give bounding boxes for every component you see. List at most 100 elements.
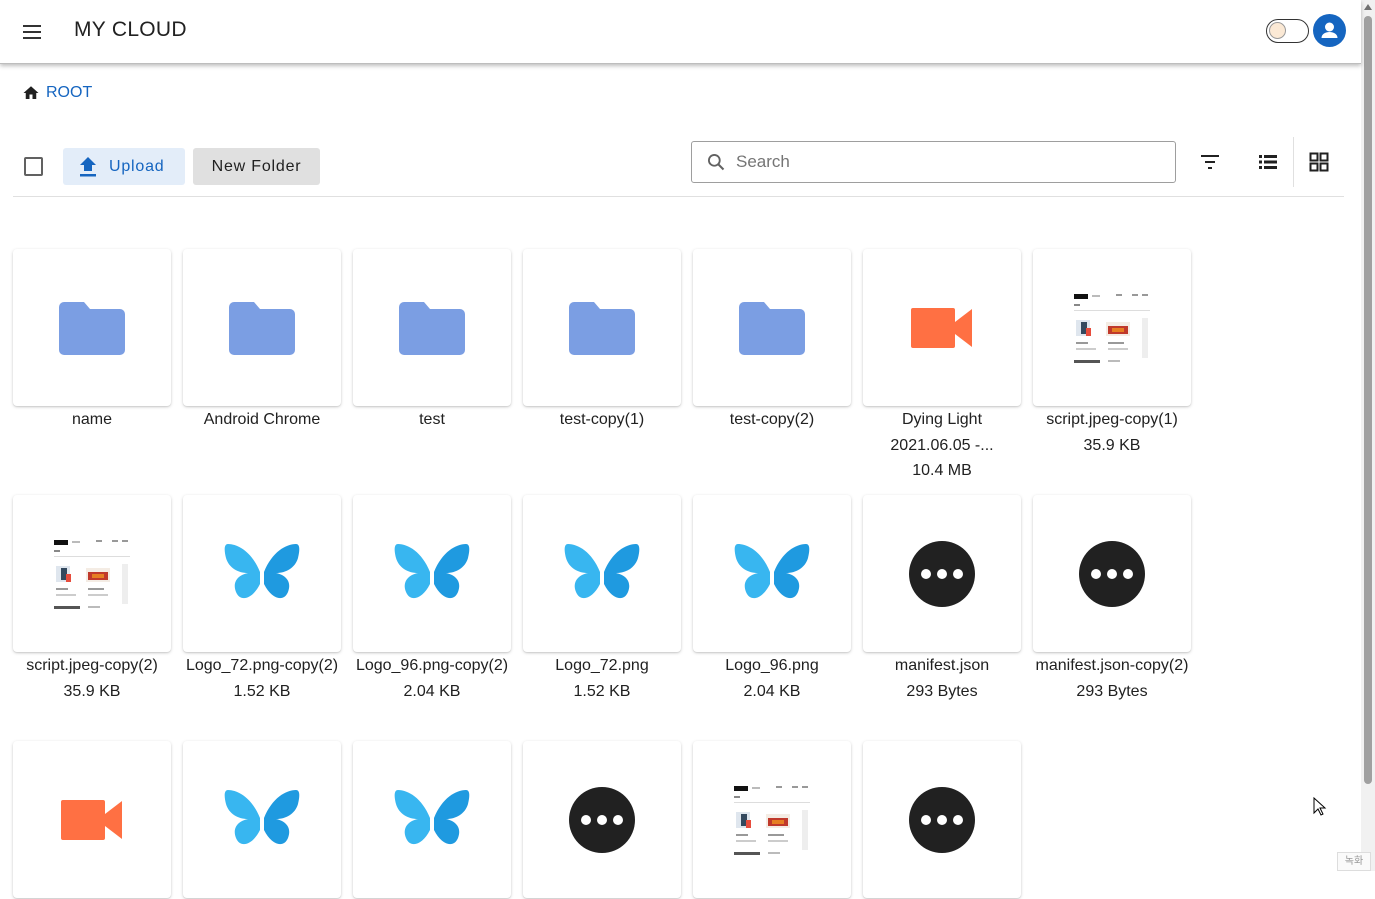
file-card[interactable]	[183, 495, 341, 652]
file-tile[interactable]	[523, 741, 681, 899]
file-card[interactable]	[13, 495, 171, 652]
breadcrumb[interactable]: ROOT	[22, 84, 92, 102]
file-tile[interactable]	[13, 741, 171, 899]
file-tile[interactable]: manifest.json-copy(2) 293 Bytes	[1033, 495, 1191, 704]
file-tile[interactable]	[863, 741, 1021, 899]
folder-icon	[569, 301, 635, 355]
file-meta: test-copy(1)	[523, 407, 681, 433]
file-card[interactable]	[863, 495, 1021, 652]
view-toggle-divider	[1293, 137, 1294, 187]
file-meta: manifest.json 293 Bytes	[863, 653, 1021, 704]
file-name: Dying Light 2021.06.05 -...	[890, 411, 994, 454]
file-tile[interactable]: manifest.json 293 Bytes	[863, 495, 1021, 704]
image-thumbnail	[1072, 289, 1152, 366]
mouse-cursor-icon	[1313, 797, 1327, 816]
file-tile[interactable]: name	[13, 249, 171, 433]
ime-hint: 녹화	[1337, 852, 1371, 871]
file-card[interactable]	[693, 249, 851, 406]
file-size: 10.4 MB	[912, 462, 972, 479]
file-card[interactable]	[523, 495, 681, 652]
menu-icon[interactable]	[20, 20, 44, 44]
file-card[interactable]	[13, 741, 171, 898]
file-card[interactable]	[353, 495, 511, 652]
file-card[interactable]	[693, 495, 851, 652]
new-folder-button[interactable]: New Folder	[193, 148, 320, 185]
upload-button[interactable]: Upload	[63, 148, 185, 185]
folder-icon	[739, 301, 805, 355]
file-card[interactable]	[863, 249, 1021, 406]
file-card[interactable]	[1033, 495, 1191, 652]
butterfly-icon	[564, 543, 640, 598]
file-name: Logo_96.png-copy(2)	[355, 657, 509, 674]
scroll-up-arrow[interactable]	[1364, 4, 1372, 10]
file-tile[interactable]	[353, 741, 511, 899]
file-name: manifest.json	[894, 657, 990, 674]
home-icon	[23, 86, 39, 99]
sun-icon	[1269, 22, 1286, 39]
file-meta: Android Chrome	[183, 407, 341, 433]
scroll-thumb[interactable]	[1364, 16, 1372, 784]
toolbar-divider	[13, 196, 1344, 197]
filter-icon[interactable]	[1198, 150, 1222, 174]
file-card[interactable]	[863, 741, 1021, 898]
file-tile[interactable]	[183, 741, 341, 899]
file-card[interactable]	[13, 249, 171, 406]
file-tile[interactable]: Logo_72.png 1.52 KB	[523, 495, 681, 704]
file-tile[interactable]	[693, 741, 851, 899]
file-size: 35.9 KB	[63, 682, 121, 700]
file-tile[interactable]: script.jpeg-copy(1) 35.9 KB	[1033, 249, 1191, 458]
file-tile[interactable]: script.jpeg-copy(2) 35.9 KB	[13, 495, 171, 704]
file-tile[interactable]: Logo_72.png-copy(2) 1.52 KB	[183, 495, 341, 704]
search-input[interactable]	[736, 152, 1156, 172]
file-card[interactable]	[523, 249, 681, 406]
more-horiz-icon	[1079, 540, 1145, 607]
butterfly-icon	[224, 789, 300, 844]
app-bar: MY CLOUD	[0, 0, 1361, 64]
breadcrumb-root[interactable]: ROOT	[46, 84, 92, 102]
file-meta: Dying Light 2021.06.05 -... 10.4 MB	[863, 407, 1021, 484]
file-tile[interactable]: test-copy(1)	[523, 249, 681, 433]
file-size: 1.52 KB	[573, 682, 631, 700]
list-view-icon[interactable]	[1256, 150, 1280, 174]
video-icon	[911, 307, 972, 348]
file-tile[interactable]: Logo_96.png-copy(2) 2.04 KB	[353, 495, 511, 704]
upload-icon	[80, 156, 96, 176]
vertical-scrollbar[interactable]	[1361, 0, 1375, 871]
file-name: Android Chrome	[203, 411, 321, 428]
more-horiz-icon	[569, 786, 635, 853]
file-card[interactable]	[693, 741, 851, 898]
file-name: Logo_96.png	[725, 657, 819, 674]
file-size: 293 Bytes	[906, 682, 978, 700]
file-meta: script.jpeg-copy(2) 35.9 KB	[13, 653, 171, 704]
file-name: test-copy(1)	[559, 411, 645, 428]
folder-icon	[229, 301, 295, 355]
image-thumbnail	[52, 535, 132, 612]
file-meta: test-copy(2)	[693, 407, 851, 433]
file-meta: Logo_96.png 2.04 KB	[693, 653, 851, 704]
file-card[interactable]	[183, 741, 341, 898]
file-meta: Logo_72.png-copy(2) 1.52 KB	[183, 653, 341, 704]
file-card[interactable]	[1033, 249, 1191, 406]
file-meta: test	[353, 407, 511, 433]
file-name: test-copy(2)	[729, 411, 815, 428]
file-card[interactable]	[183, 249, 341, 406]
file-card[interactable]	[523, 741, 681, 898]
file-size: 2.04 KB	[743, 682, 801, 700]
theme-toggle[interactable]	[1266, 19, 1309, 43]
butterfly-icon	[394, 543, 470, 598]
file-tile[interactable]: Logo_96.png 2.04 KB	[693, 495, 851, 704]
grid-view-icon[interactable]	[1307, 150, 1331, 174]
account-avatar[interactable]	[1313, 14, 1346, 47]
file-name: script.jpeg-copy(2)	[26, 657, 158, 674]
file-card[interactable]	[353, 249, 511, 406]
file-size: 2.04 KB	[403, 682, 461, 700]
file-tile[interactable]: Android Chrome	[183, 249, 341, 433]
file-card[interactable]	[353, 741, 511, 898]
file-tile[interactable]: test-copy(2)	[693, 249, 851, 433]
file-tile[interactable]: Dying Light 2021.06.05 -... 10.4 MB	[863, 249, 1021, 484]
file-tile[interactable]: test	[353, 249, 511, 433]
search-field[interactable]	[691, 141, 1176, 183]
app-title: MY CLOUD	[74, 18, 187, 41]
file-size: 1.52 KB	[233, 682, 291, 700]
select-all-checkbox[interactable]	[24, 157, 43, 176]
